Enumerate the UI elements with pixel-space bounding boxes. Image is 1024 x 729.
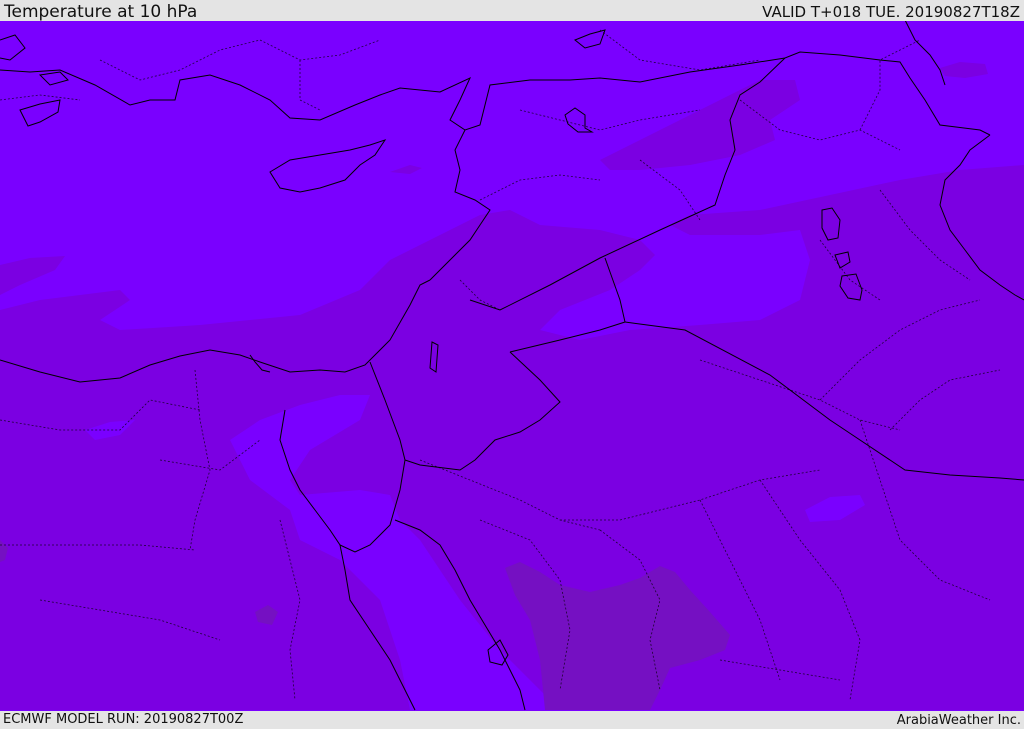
valid-time: VALID T+018 TUE. 20190827T18Z	[762, 3, 1020, 21]
model-run-label: ECMWF MODEL RUN: 20190827T00Z	[3, 712, 244, 727]
header-bar: Temperature at 10 hPa VALID T+018 TUE. 2…	[0, 0, 1024, 21]
temperature-map	[0, 21, 1024, 711]
footer-bar: ECMWF MODEL RUN: 20190827T00Z ArabiaWeat…	[0, 711, 1024, 729]
map-title: Temperature at 10 hPa	[4, 2, 198, 22]
weather-map-frame: Temperature at 10 hPa VALID T+018 TUE. 2…	[0, 0, 1024, 729]
map-canvas	[0, 21, 1024, 711]
brand-label: ArabiaWeather Inc.	[896, 713, 1021, 728]
